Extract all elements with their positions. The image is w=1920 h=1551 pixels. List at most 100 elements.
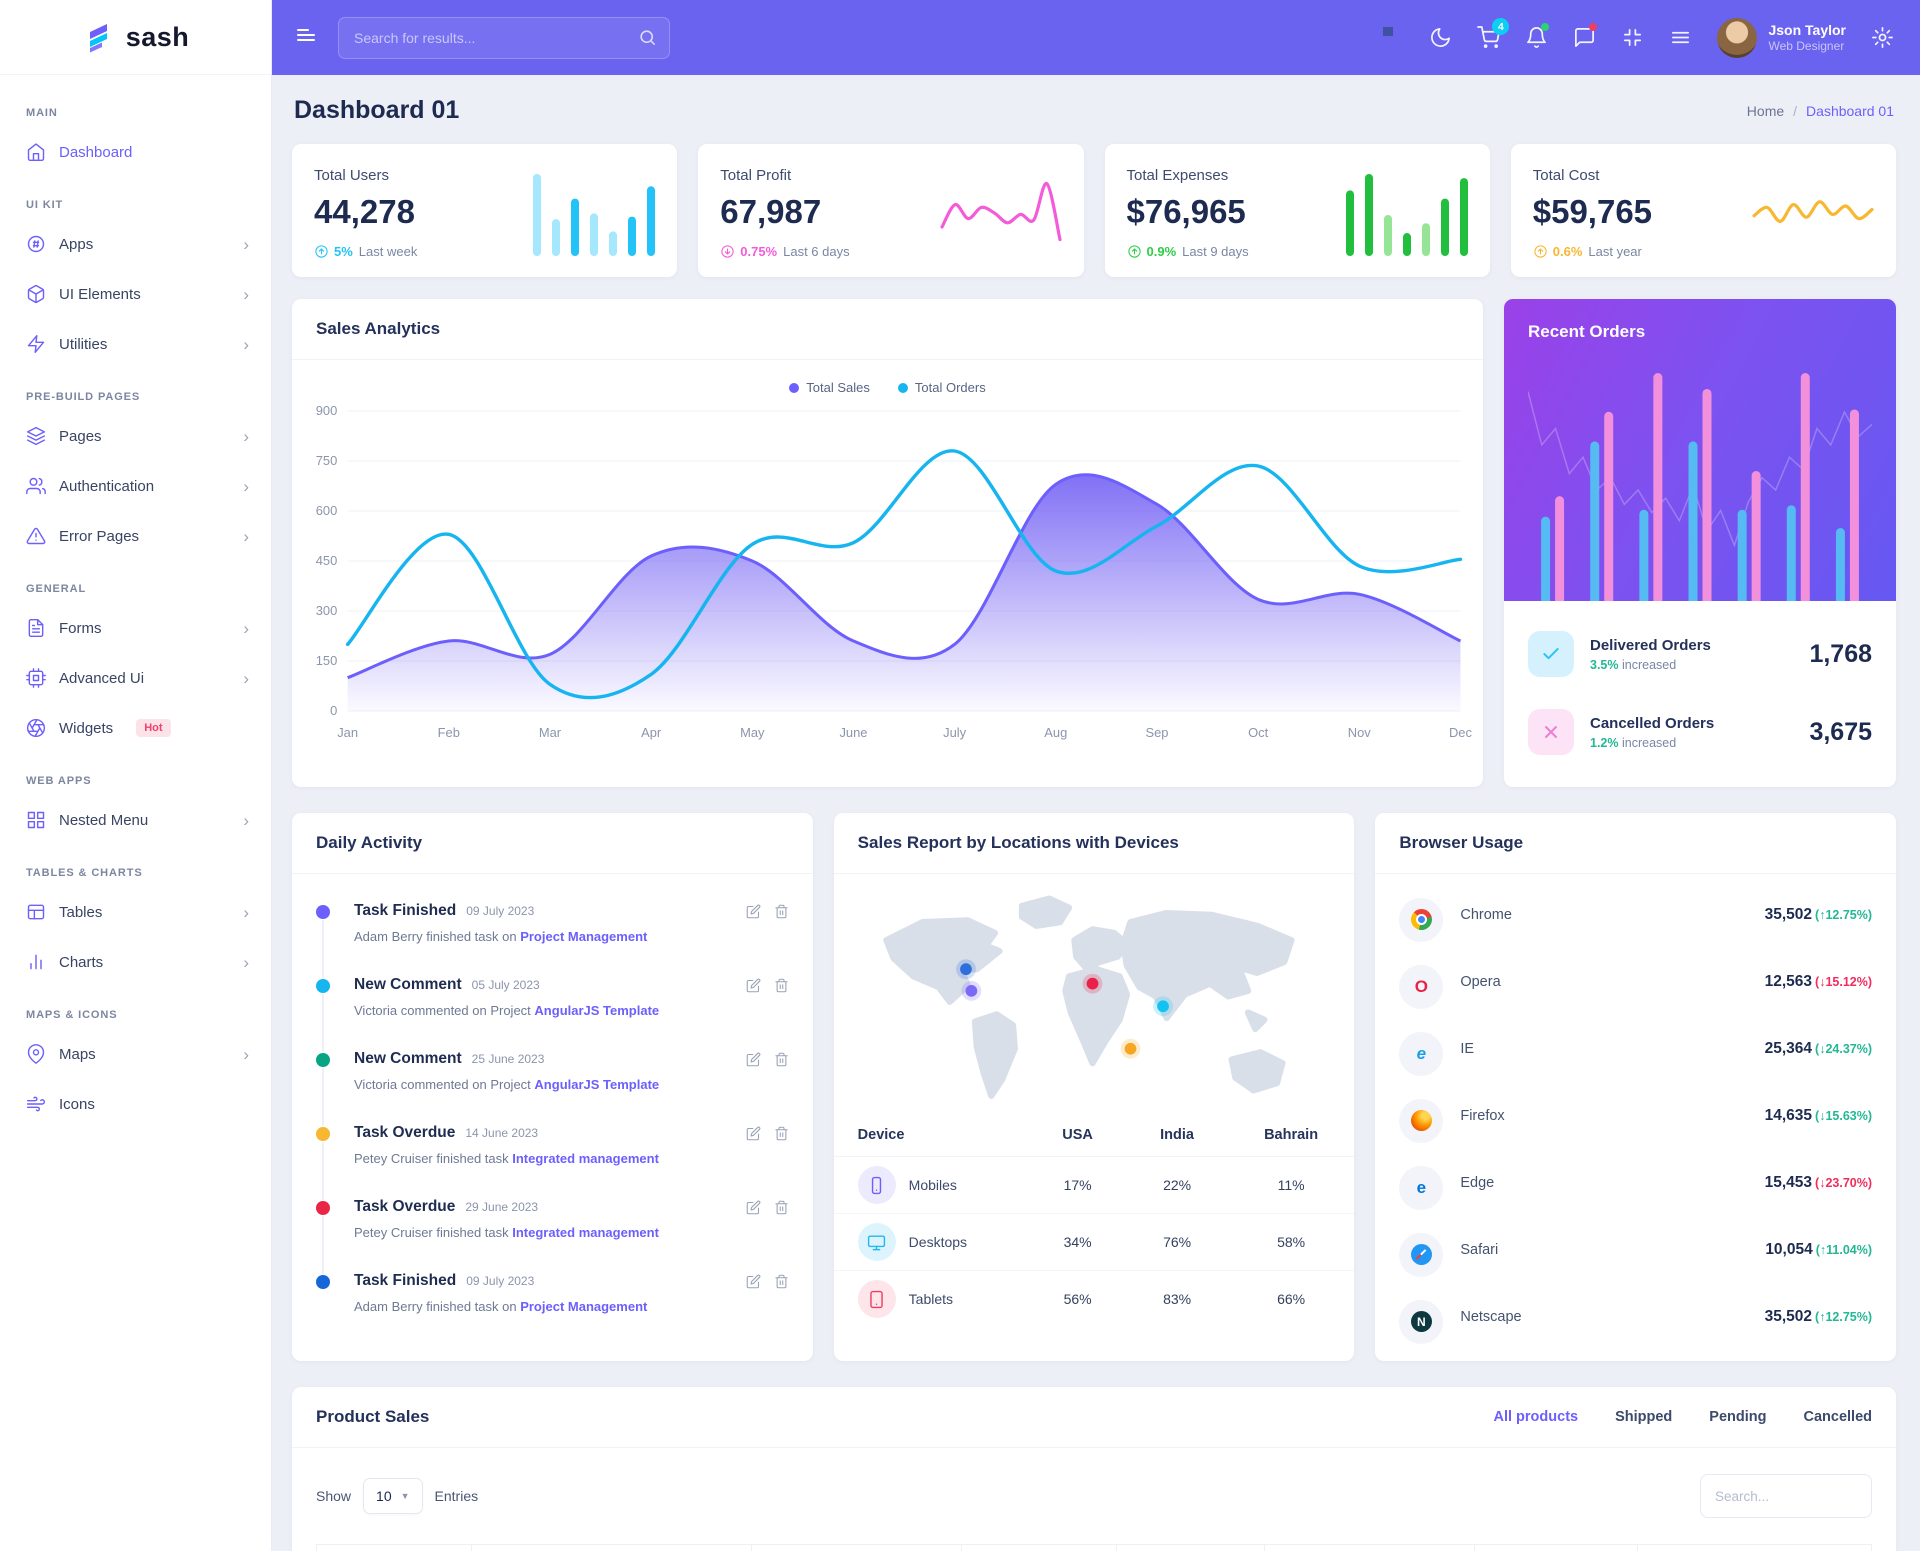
edit-icon[interactable] xyxy=(746,1200,761,1215)
activity-link[interactable]: AngularJS Template xyxy=(534,1077,659,1092)
hamburger-icon xyxy=(297,29,315,41)
sidebar-item-utilities[interactable]: Utilities › xyxy=(0,319,271,369)
fullscreen-button[interactable] xyxy=(1621,26,1644,49)
tablet-icon xyxy=(870,1290,883,1308)
sidebar-item-apps[interactable]: Apps › xyxy=(0,219,271,269)
breadcrumb-home[interactable]: Home xyxy=(1747,103,1784,119)
users-sparkline xyxy=(533,174,656,256)
browser-row-opera: O Opera 12,563 (↓15.12%) xyxy=(1399,953,1872,1020)
svg-text:May: May xyxy=(740,725,765,740)
sidebar-item-maps[interactable]: Maps › xyxy=(0,1029,271,1079)
notifications-button[interactable] xyxy=(1525,23,1550,49)
activity-dot xyxy=(316,1275,330,1289)
activity-link[interactable]: Integrated management xyxy=(512,1225,659,1240)
stat-change: 5% Last week xyxy=(314,244,417,259)
sidebar-item-tables[interactable]: Tables › xyxy=(0,887,271,937)
arrow-up-circle-icon xyxy=(1127,245,1141,258)
svg-text:Sep: Sep xyxy=(1145,725,1168,740)
chevron-right-icon: › xyxy=(243,902,249,922)
search-icon[interactable] xyxy=(638,28,657,47)
sidebar-item-pages[interactable]: Pages › xyxy=(0,411,271,461)
sidebar-item-widgets[interactable]: Widgets Hot xyxy=(0,703,271,753)
chevron-right-icon: › xyxy=(243,526,249,546)
user-menu[interactable]: Json Taylor Web Designer xyxy=(1717,17,1846,58)
tab-cancelled[interactable]: Cancelled xyxy=(1804,1409,1873,1425)
dark-mode-button[interactable] xyxy=(1429,26,1452,49)
trash-icon[interactable] xyxy=(774,1126,789,1141)
sidebar-item-authentication[interactable]: Authentication › xyxy=(0,461,271,511)
activity-link[interactable]: AngularJS Template xyxy=(534,1003,659,1018)
sidebar-item-label: Dashboard xyxy=(59,143,133,161)
edit-icon[interactable] xyxy=(746,1126,761,1141)
svg-text:300: 300 xyxy=(316,603,338,618)
sidebar-toggle-button[interactable] xyxy=(294,23,318,52)
table-search-input[interactable] xyxy=(1700,1474,1872,1518)
card-title: Recent Orders xyxy=(1528,322,1646,341)
chevron-right-icon: › xyxy=(243,234,249,254)
sidebar-item-error-pages[interactable]: Error Pages › xyxy=(0,511,271,561)
profit-sparkline xyxy=(939,181,1062,242)
language-flag-button[interactable] xyxy=(1381,26,1404,49)
svg-text:150: 150 xyxy=(316,653,338,668)
tab-pending[interactable]: Pending xyxy=(1709,1409,1766,1425)
tab-all-products[interactable]: All products xyxy=(1494,1409,1579,1425)
right-panel-button[interactable] xyxy=(1669,26,1692,49)
sidebar-item-icons[interactable]: Icons xyxy=(0,1079,271,1129)
search-input[interactable] xyxy=(338,16,670,59)
messages-button[interactable] xyxy=(1573,23,1598,49)
map-dot-usa[interactable] xyxy=(959,963,972,976)
legend-dot xyxy=(897,382,908,393)
sidebar-item-forms[interactable]: Forms › xyxy=(0,603,271,653)
breadcrumb-separator: / xyxy=(1793,102,1798,119)
edit-icon[interactable] xyxy=(746,1274,761,1289)
activity-link[interactable]: Project Management xyxy=(520,1299,647,1314)
sidebar-item-advanced-ui[interactable]: Advanced Ui › xyxy=(0,653,271,703)
cancelled-orders-value: 3,675 xyxy=(1809,717,1872,746)
sidebar-section-heading: WEB APPS xyxy=(26,775,92,787)
sidebar-item-nested-menu[interactable]: Nested Menu › xyxy=(0,795,271,845)
world-map xyxy=(834,874,1355,1114)
map-dot-india[interactable] xyxy=(1156,1000,1169,1013)
sidebar-item-dashboard[interactable]: Dashboard xyxy=(0,127,271,177)
activity-dot xyxy=(316,1127,330,1141)
svg-text:Nov: Nov xyxy=(1348,725,1372,740)
trash-icon[interactable] xyxy=(774,904,789,919)
product-sales-card: Product Sales All products Shipped Pendi… xyxy=(292,1387,1896,1551)
sidebar-item-label: Utilities xyxy=(59,335,108,353)
browser-row-netscape: N Netscape 35,502 (↑12.75%) xyxy=(1399,1288,1872,1355)
sidebar-menu: MAIN Dashboard UI KIT Apps › UI Elements… xyxy=(0,75,271,1149)
avatar xyxy=(1717,17,1758,58)
svg-text:Jan: Jan xyxy=(337,725,358,740)
activity-link[interactable]: Integrated management xyxy=(512,1151,659,1166)
brand-logo[interactable]: sash xyxy=(0,0,271,75)
trash-icon[interactable] xyxy=(774,978,789,993)
trash-icon[interactable] xyxy=(774,1200,789,1215)
card-title: Sales Analytics xyxy=(316,319,441,338)
trash-icon[interactable] xyxy=(774,1052,789,1067)
edit-icon[interactable] xyxy=(746,1052,761,1067)
table-controls: Show 10 ▼ Entries xyxy=(316,1474,1872,1518)
map-dot-usa-2[interactable] xyxy=(965,984,977,997)
activity-link[interactable]: Project Management xyxy=(520,929,647,944)
legend-total-orders[interactable]: Total Orders xyxy=(897,380,986,395)
cart-button[interactable]: 4 xyxy=(1477,18,1510,49)
list-icon xyxy=(1672,31,1690,44)
table-search xyxy=(1700,1474,1872,1518)
map-dot-bahrain[interactable] xyxy=(1124,1042,1137,1055)
trash-icon[interactable] xyxy=(774,1274,789,1289)
settings-button[interactable] xyxy=(1871,26,1894,49)
stat-label: Total Users xyxy=(314,167,390,184)
sidebar-item-charts[interactable]: Charts › xyxy=(0,937,271,987)
sidebar-item-ui-elements[interactable]: UI Elements › xyxy=(0,269,271,319)
tab-shipped[interactable]: Shipped xyxy=(1615,1409,1672,1425)
world-map-svg xyxy=(882,895,1295,1099)
legend-total-sales[interactable]: Total Sales xyxy=(789,380,870,395)
sales-analytics-chart: 0 150 300 450 600 750 900 Jan Feb Mar Apr May June Ju… xyxy=(316,403,1473,740)
activity-dot xyxy=(316,1201,330,1215)
stat-value: 67,987 xyxy=(720,193,822,230)
edit-icon[interactable] xyxy=(746,978,761,993)
browser-row-firefox: Firefox 14,635 (↓15.63%) xyxy=(1399,1087,1872,1154)
map-dot-europe[interactable] xyxy=(1086,977,1099,990)
entries-select[interactable]: 10 ▼ xyxy=(363,1478,423,1514)
edit-icon[interactable] xyxy=(746,904,761,919)
